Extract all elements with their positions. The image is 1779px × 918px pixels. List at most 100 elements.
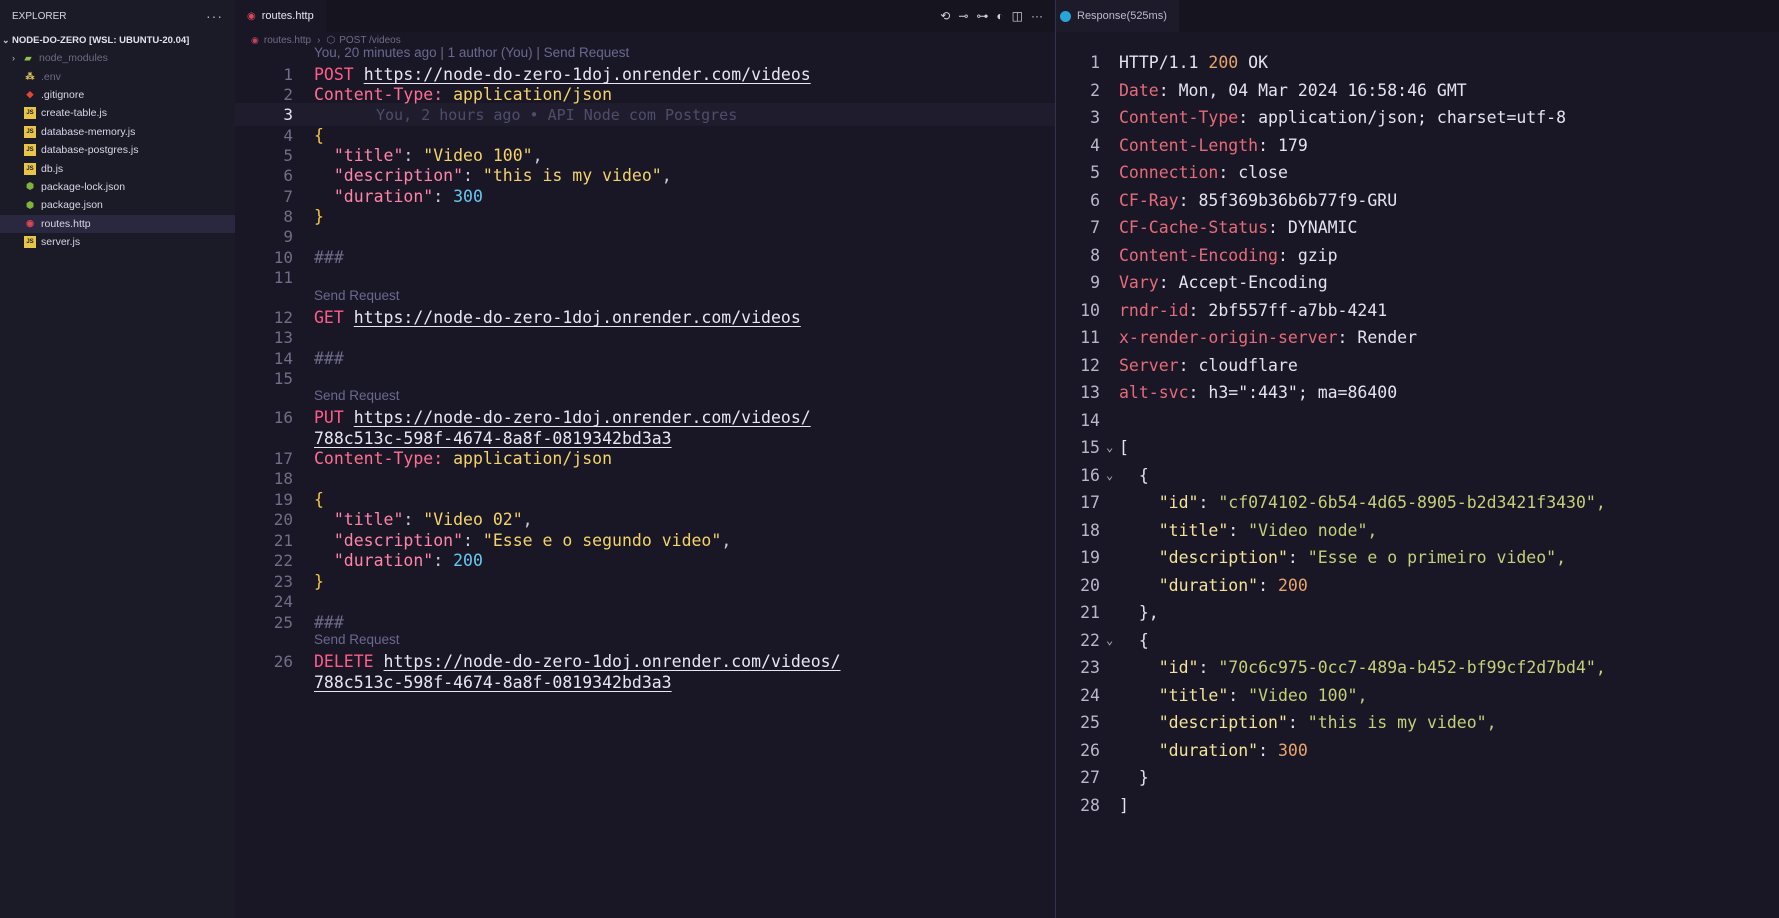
- json-string: "this is my video": [482, 166, 662, 185]
- response-text: "duration": 300: [1158, 740, 1308, 760]
- response-text: Vary: Accept-Encoding: [1119, 273, 1328, 292]
- json-key: "duration": [333, 551, 434, 570]
- response-icon: [1060, 10, 1071, 22]
- code-line: 6 "description": "this is my video",: [235, 164, 1055, 187]
- response-line: 28]: [1056, 792, 1779, 820]
- line-number: 1: [1090, 53, 1100, 72]
- send-request-lens[interactable]: Send Request: [314, 287, 400, 305]
- http-method: GET: [314, 308, 344, 327]
- split-editor-icon[interactable]: ◫: [1012, 9, 1023, 23]
- file-item[interactable]: JS db.js: [0, 159, 235, 177]
- response-header-value: 179: [1277, 135, 1308, 155]
- code-line: 18: [235, 467, 1055, 490]
- response-header-name: Vary: [1119, 273, 1159, 292]
- code-line: 25 ###: [235, 611, 1055, 634]
- file-name: routes.http: [41, 217, 91, 230]
- line-number: 14: [1080, 410, 1100, 430]
- json-number: 200: [1277, 575, 1308, 595]
- timeline-icon[interactable]: ◐: [996, 9, 1003, 23]
- line-number: 21: [1080, 603, 1100, 622]
- chevron-down-icon[interactable]: ⌄: [1106, 434, 1113, 462]
- response-text: "title": "Video 100",: [1158, 685, 1368, 705]
- http-method: PUT: [314, 408, 344, 427]
- code-punct: :: [403, 146, 424, 165]
- line-number: 20: [273, 510, 293, 529]
- more-actions-icon[interactable]: ···: [1031, 9, 1043, 23]
- send-request-lens[interactable]: You, 20 minutes ago | 1 author (You) | S…: [314, 44, 629, 62]
- line-number: 6: [1090, 190, 1100, 210]
- request-url: https://node-do-zero-1doj.onrender.com/v…: [383, 652, 841, 671]
- http-icon: ◉: [247, 10, 256, 22]
- git-next-icon[interactable]: ⊶: [976, 9, 988, 23]
- file-item[interactable]: ⬢ package.json: [0, 196, 235, 214]
- response-text: }: [1119, 764, 1149, 792]
- line-number: 16: [1080, 465, 1100, 485]
- json-number: 300: [453, 187, 483, 206]
- workspace-root[interactable]: ⌄ NODE-DO-ZERO [WSL: UBUNTU-20.04]: [0, 32, 235, 49]
- response-line: 20 "duration": 200: [1056, 572, 1779, 600]
- response-header-name: Server: [1119, 355, 1179, 375]
- line-number: 17: [1080, 493, 1100, 512]
- file-item[interactable]: JS database-postgres.js: [0, 141, 235, 159]
- response-line: 25 "description": "this is my video",: [1056, 709, 1779, 737]
- file-item[interactable]: ◉ routes.http: [0, 214, 235, 233]
- response-header-value: Render: [1357, 328, 1418, 347]
- file-name: .env: [41, 70, 61, 83]
- json-brace: {: [314, 126, 324, 145]
- line-number: 8: [1090, 245, 1100, 265]
- tab-routes-http[interactable]: ◉ routes.http: [235, 0, 326, 32]
- more-actions-icon[interactable]: ···: [206, 8, 223, 24]
- request-url: https://node-do-zero-1doj.onrender.com/v…: [353, 408, 811, 427]
- git-commit-icon[interactable]: ⊸: [958, 9, 968, 23]
- response-text: "duration": 200: [1158, 575, 1308, 595]
- file-name: create-table.js: [41, 107, 107, 120]
- line-number: 22: [1080, 630, 1100, 650]
- response-line: 13 alt-svc: h3=":443"; ma=86400: [1056, 379, 1779, 407]
- header-value: application/json: [453, 449, 613, 468]
- line-number: 3: [1090, 108, 1100, 127]
- response-line: 2 Date: Mon, 04 Mar 2024 16:58:46 GMT: [1056, 77, 1779, 105]
- separator-comment: ###: [314, 613, 344, 632]
- file-item[interactable]: JS database-memory.js: [0, 123, 235, 141]
- json-key: "duration": [333, 187, 434, 206]
- code-punct: :: [433, 551, 454, 570]
- file-item[interactable]: JS server.js: [0, 233, 235, 251]
- code-punct: :: [463, 166, 483, 185]
- response-header-name: alt-svc: [1119, 383, 1189, 402]
- js-icon: JS: [24, 125, 36, 138]
- line-number: 27: [1080, 768, 1100, 787]
- response-line: 26 "duration": 300: [1056, 737, 1779, 765]
- chevron-down-icon[interactable]: ⌄: [1106, 462, 1113, 490]
- json-key: "title": [333, 146, 404, 165]
- response-text: Connection: close: [1119, 163, 1288, 182]
- line-number: 19: [1080, 548, 1100, 567]
- chevron-down-icon[interactable]: ⌄: [1106, 627, 1113, 655]
- request-url-continued: 788c513c-598f-4674-8a8f-0819342bd3a3: [314, 428, 672, 448]
- response-header-name: CF-Ray: [1119, 190, 1179, 210]
- editor-group: ◉ routes.http ⟲ ⊸ ⊶ ◐ ◫ ··· ◉ routes.htt…: [235, 0, 1055, 918]
- request-url-continued: 788c513c-598f-4674-8a8f-0819342bd3a3: [314, 672, 672, 692]
- file-item[interactable]: JS create-table.js: [0, 104, 235, 122]
- response-line: 6 CF-Ray: 85f369b36b6b77f9-GRU: [1056, 187, 1779, 215]
- file-item[interactable]: ◆ .gitignore: [0, 86, 235, 104]
- response-text: },: [1119, 599, 1159, 627]
- code-text: "title": "Video 02",: [314, 508, 533, 531]
- js-icon: JS: [24, 144, 36, 157]
- response-header-value: application/json; charset=utf-8: [1258, 108, 1567, 127]
- response-line: 4 Content-Length: 179: [1056, 132, 1779, 160]
- response-header-value: 2bf557ff-a7bb-4241: [1208, 300, 1388, 320]
- response-line: 14: [1056, 407, 1779, 435]
- breadcrumb-file[interactable]: routes.http: [264, 35, 311, 46]
- file-item[interactable]: ⁂ .env: [0, 67, 235, 85]
- response-text: alt-svc: h3=":443"; ma=86400: [1119, 383, 1398, 402]
- js-icon: JS: [24, 162, 36, 175]
- response-header-value: DYNAMIC: [1287, 218, 1358, 237]
- file-item[interactable]: ⬢ package-lock.json: [0, 178, 235, 196]
- response-line: 12 Server: cloudflare: [1056, 352, 1779, 380]
- go-back-icon[interactable]: ⟲: [940, 9, 950, 23]
- response-line: 1 HTTP/1.1 200 OK: [1056, 49, 1779, 77]
- file-item[interactable]: › ▰ node_modules: [0, 49, 235, 67]
- response-line: 17 "id": "cf074102-6b54-4d65-8905-b2d342…: [1056, 489, 1779, 517]
- tab-response[interactable]: Response(525ms): [1056, 0, 1179, 32]
- line-number: 6: [283, 166, 293, 185]
